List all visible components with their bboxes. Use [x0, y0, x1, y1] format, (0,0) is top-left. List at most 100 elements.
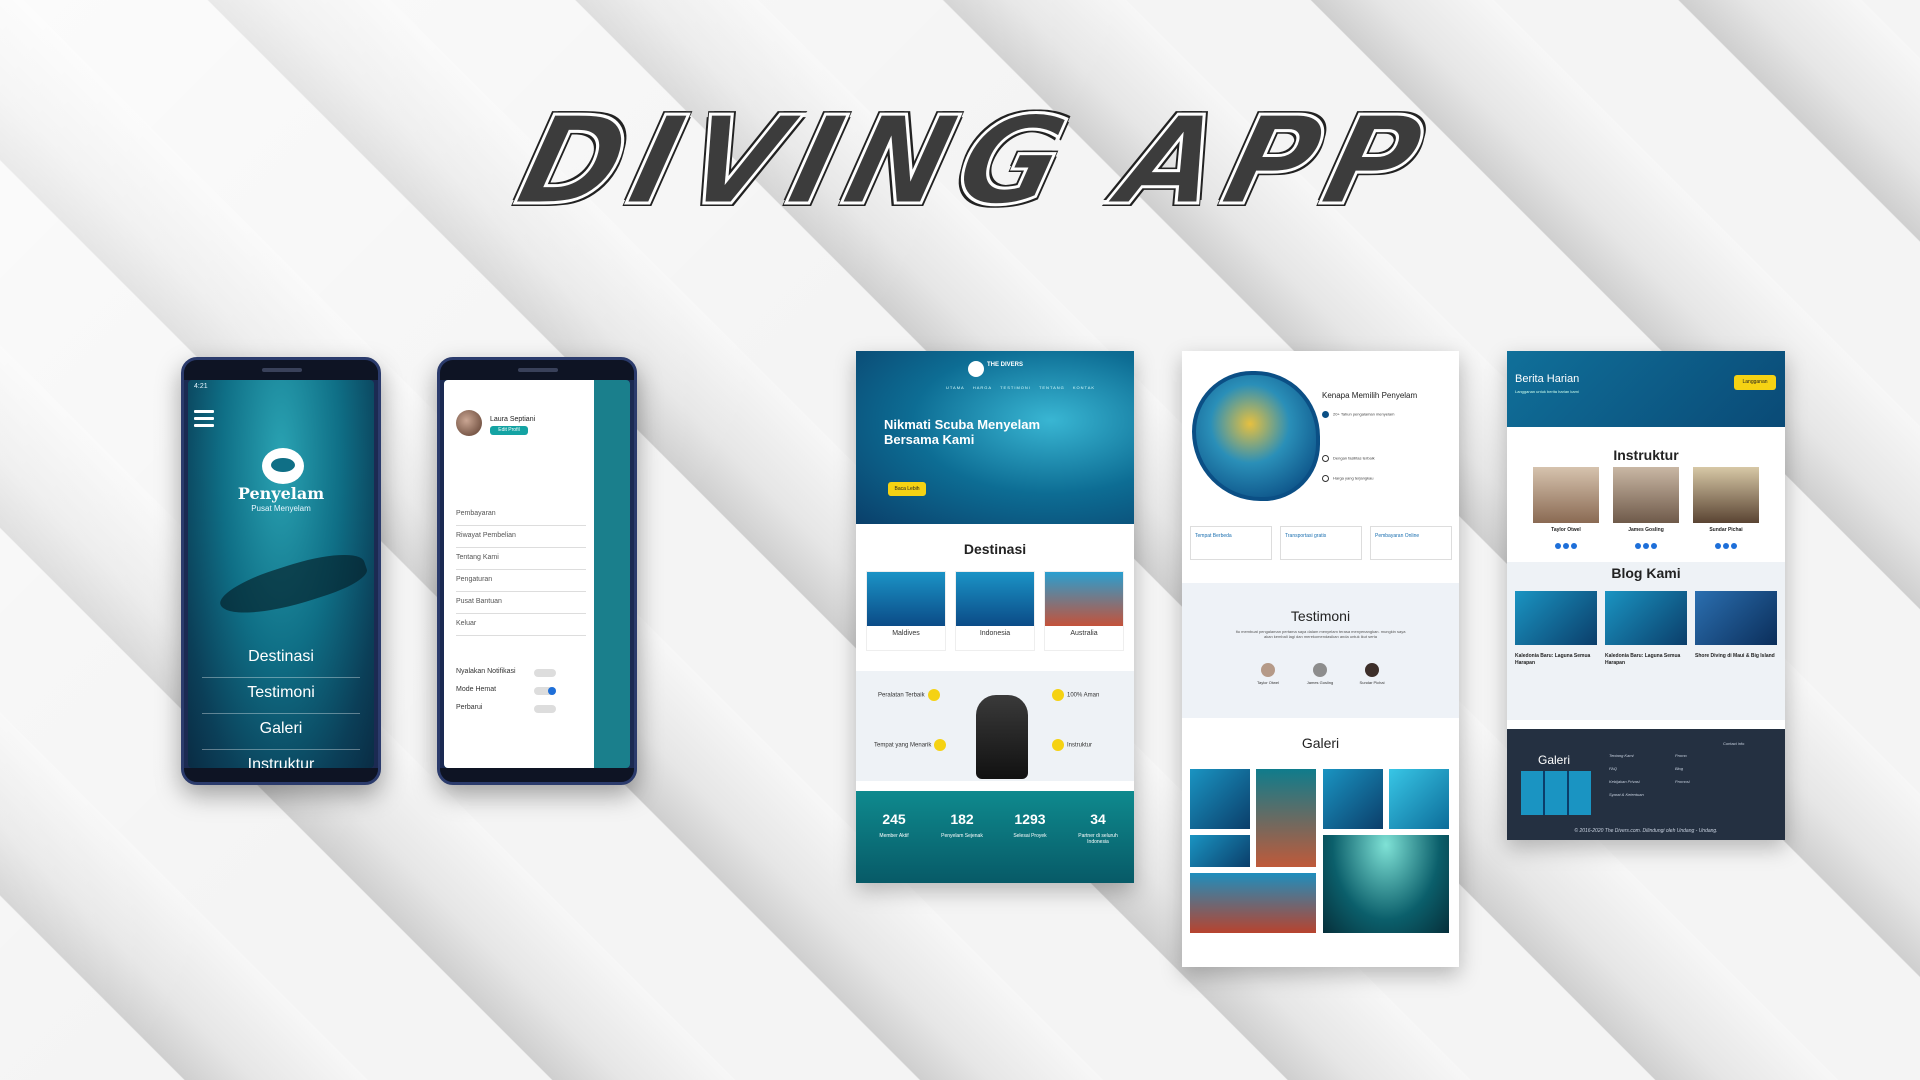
destination-name: Australia	[1070, 630, 1098, 637]
menu-item-instruktur[interactable]: Instruktur	[202, 750, 360, 768]
newsletter-title: Berita Harian	[1515, 373, 1580, 385]
service-box: Pembayaran Online	[1370, 526, 1452, 560]
destinasi-title: Destinasi	[963, 541, 1027, 557]
instructor-name: Taylor Otwel	[1551, 527, 1581, 533]
stat-number: 1293	[1014, 811, 1046, 827]
service-box: Transportasi gratis	[1280, 526, 1362, 560]
toggle-label: Mode Hemat	[456, 686, 497, 693]
instructor-photo	[1533, 467, 1599, 523]
gallery-image[interactable]	[1190, 835, 1250, 867]
testimoni-title: Testimoni	[1290, 608, 1351, 624]
blog-post-card[interactable]: Kaledonia Baru: Laguna Semua Harapan	[1515, 591, 1597, 667]
destination-name: Indonesia	[979, 630, 1011, 637]
person-name: Taylor Otwel	[1256, 680, 1279, 685]
nav-harga[interactable]: HARGA	[973, 385, 992, 390]
drawer-toggles: Nyalakan Notifikasi Mode Hemat Perbarui	[456, 665, 586, 719]
phone-bezel	[184, 360, 378, 380]
drawer-item-pengaturan[interactable]: Pengaturan	[456, 570, 586, 592]
footer-link[interactable]: Promosi	[1675, 775, 1690, 788]
phone-screen: Laura Septiani Edit Profil Pembayaran Ri…	[444, 380, 630, 768]
diver-photo	[1192, 371, 1320, 501]
linkedin-icon[interactable]	[1651, 543, 1657, 549]
contact-title: Contact info	[1723, 741, 1745, 746]
avatar	[1261, 663, 1275, 677]
phone-screen: 4:21 Penyelam Pusat Menyelam Destinasi T…	[188, 380, 374, 768]
gallery-image[interactable]	[1190, 873, 1316, 933]
blog-title: Blog Kami	[1611, 565, 1681, 581]
drawer-item-pembayaran[interactable]: Pembayaran	[456, 504, 586, 526]
nav-testimoni[interactable]: TESTIMONI	[1000, 385, 1031, 390]
footer-link[interactable]: Promo	[1675, 749, 1690, 762]
chevron-right-icon	[1322, 455, 1329, 462]
destination-card[interactable]: Maldives	[866, 571, 946, 651]
read-more-button[interactable]: Baca Lebih	[888, 482, 926, 496]
newsletter-banner: Berita Harian Langganan untuk berita har…	[1507, 351, 1785, 427]
feature-label: 100% Aman	[1067, 692, 1100, 699]
features-section: Peralatan Terbaik 100% Aman Tempat yang …	[856, 671, 1134, 781]
blog-post-title: Kaledonia Baru: Laguna Semua Harapan	[1515, 653, 1591, 666]
gallery-image[interactable]	[1256, 769, 1316, 867]
gallery-image[interactable]	[1323, 769, 1383, 829]
feature-label: Peralatan Terbaik	[878, 692, 925, 699]
twitter-icon[interactable]	[1563, 543, 1569, 549]
edit-profile-button[interactable]: Edit Profil	[490, 426, 528, 435]
stat-label: Partner di seluruh Indonesia	[1078, 833, 1118, 845]
footer-link[interactable]: FAQ	[1609, 762, 1644, 775]
toggle-switch[interactable]	[534, 669, 556, 677]
brand-name: Penyelam	[237, 484, 325, 503]
menu-item-testimoni[interactable]: Testimoni	[202, 678, 360, 714]
drawer-menu: Pembayaran Riwayat Pembelian Tentang Kam…	[456, 504, 586, 636]
twitter-icon[interactable]	[1643, 543, 1649, 549]
nav-tentang[interactable]: TENTANG	[1039, 385, 1065, 390]
footer-link[interactable]: Syarat & Ketentuan	[1609, 788, 1644, 801]
galeri-title: Galeri	[1301, 735, 1340, 751]
toggle-switch[interactable]	[534, 687, 556, 695]
footer-contact: Contact info	[1723, 739, 1744, 748]
drawer-item-tentang[interactable]: Tentang Kami	[456, 548, 586, 570]
footer-link[interactable]: Blog	[1675, 762, 1690, 775]
nav-kontak[interactable]: KONTAK	[1073, 385, 1095, 390]
destination-card[interactable]: Indonesia	[955, 571, 1035, 651]
gear-icon	[927, 689, 940, 701]
blog-post-card[interactable]: Kaledonia Baru: Laguna Semua Harapan	[1605, 591, 1687, 667]
footer-link[interactable]: Tentang Kami	[1609, 749, 1644, 762]
avatar[interactable]	[456, 410, 482, 436]
menu-item-destinasi[interactable]: Destinasi	[202, 642, 360, 678]
footer-links: Tentang Kami FAQ Kebijakan Privasi Syara…	[1609, 749, 1644, 801]
why-item-label: Dengan fasilitas terbaik	[1333, 455, 1375, 461]
subscribe-button[interactable]: Langganan	[1734, 375, 1776, 390]
phone-bezel-bottom	[184, 768, 378, 782]
blog-post-title: Kaledonia Baru: Laguna Semua Harapan	[1605, 653, 1681, 666]
nav-utama[interactable]: UTAMA	[946, 385, 965, 390]
gallery-image[interactable]	[1190, 769, 1250, 829]
stats-section: 245 Member Aktif 182 Penyelam Sejenak 1293…	[856, 791, 1134, 883]
status-time: 4:21	[194, 383, 208, 390]
gallery-image[interactable]	[1323, 835, 1449, 933]
instructor-icon	[1052, 739, 1064, 751]
drawer-item-keluar[interactable]: Keluar	[456, 614, 586, 636]
diver-logo-icon	[262, 448, 304, 484]
drawer-item-bantuan[interactable]: Pusat Bantuan	[456, 592, 586, 614]
why-item-label: 20+ Tahun pengalaman menyelam	[1333, 411, 1395, 417]
feature-label: Instruktur	[1067, 742, 1093, 749]
phone-menu: Destinasi Testimoni Galeri Instruktur	[202, 642, 360, 768]
blog-post-card[interactable]: Shore Diving di Maui & Big Island	[1695, 591, 1777, 660]
facebook-icon[interactable]	[1555, 543, 1561, 549]
toggle-row-perbarui: Perbarui	[456, 701, 586, 719]
drawer-item-riwayat[interactable]: Riwayat Pembelian	[456, 526, 586, 548]
destination-card[interactable]: Australia	[1044, 571, 1124, 651]
stat-label: Penyelam Sejenak	[941, 833, 983, 839]
facebook-icon[interactable]	[1715, 543, 1721, 549]
toggle-switch[interactable]	[534, 705, 556, 713]
menu-item-galeri[interactable]: Galeri	[202, 714, 360, 750]
footer-link[interactable]: Kebijakan Privasi	[1609, 775, 1644, 788]
gallery-image[interactable]	[1389, 769, 1449, 829]
linkedin-icon[interactable]	[1571, 543, 1577, 549]
linkedin-icon[interactable]	[1731, 543, 1737, 549]
why-item: Harga yang terjangkau	[1322, 475, 1373, 482]
diver-image	[976, 695, 1028, 779]
blog-post-image	[1515, 591, 1597, 645]
hamburger-menu-icon[interactable]	[194, 410, 214, 427]
facebook-icon[interactable]	[1635, 543, 1641, 549]
twitter-icon[interactable]	[1723, 543, 1729, 549]
